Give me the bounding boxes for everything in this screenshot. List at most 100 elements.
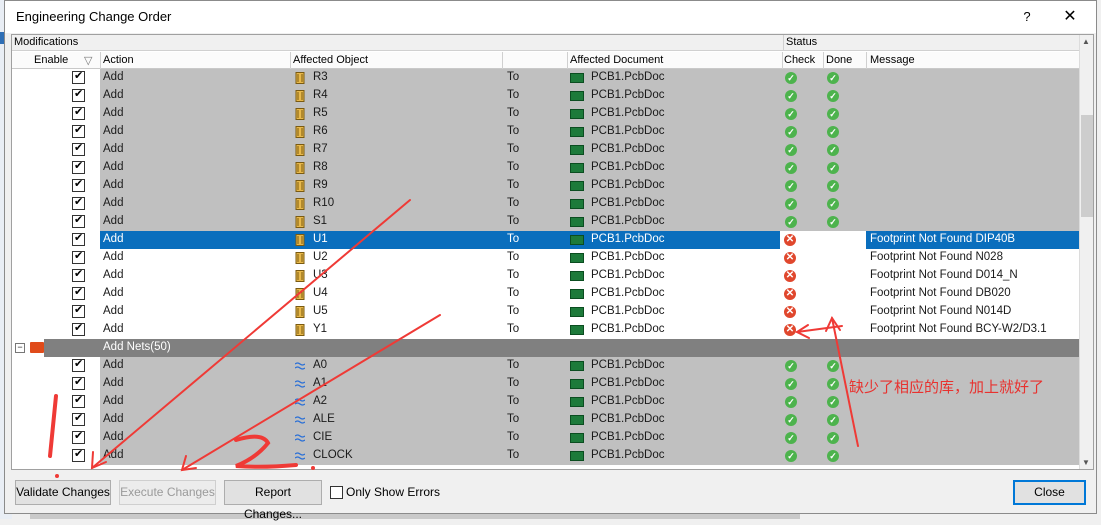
row-action: Add	[103, 395, 124, 407]
check-ok-icon: ✓	[785, 180, 797, 192]
row-affected-document: PCB1.PcbDoc	[591, 179, 665, 191]
row-affected-document: PCB1.PcbDoc	[591, 287, 665, 299]
table-row[interactable]: Add R9 To PCB1.PcbDoc ✓ ✓	[12, 177, 1079, 195]
scroll-down-icon[interactable]: ▼	[1082, 458, 1090, 467]
enable-checkbox[interactable]	[72, 375, 85, 390]
done-ok-icon: ✓	[827, 216, 839, 228]
check-ok-icon: ✓	[785, 414, 797, 426]
row-affected-object: U3	[313, 269, 328, 281]
validate-changes-button[interactable]: Validate Changes	[15, 480, 111, 505]
enable-checkbox[interactable]	[72, 105, 85, 120]
check-ok-icon: ✓	[785, 432, 797, 444]
pcb-document-icon	[570, 109, 584, 119]
table-row[interactable]: Add CIE To PCB1.PcbDoc ✓ ✓	[12, 429, 1079, 447]
row-affected-document: PCB1.PcbDoc	[591, 215, 665, 227]
enable-checkbox[interactable]	[72, 87, 85, 102]
pcb-document-icon	[570, 235, 584, 245]
table-row[interactable]: Add ALE To PCB1.PcbDoc ✓ ✓	[12, 411, 1079, 429]
filter-icon[interactable]: ▽	[84, 54, 92, 67]
enable-checkbox[interactable]	[72, 321, 85, 336]
column-affected-object[interactable]: Affected Object	[293, 54, 368, 66]
component-icon	[295, 288, 305, 300]
table-row[interactable]: Add U1 To PCB1.PcbDoc ✕ Footprint Not Found D…	[12, 231, 1079, 249]
col-sep	[100, 52, 101, 69]
table-row[interactable]: Add R5 To PCB1.PcbDoc ✓ ✓	[12, 105, 1079, 123]
execute-changes-button[interactable]: Execute Changes	[119, 480, 216, 505]
enable-checkbox[interactable]	[72, 249, 85, 264]
scroll-up-icon[interactable]: ▲	[1082, 37, 1090, 46]
vertical-scrollbar[interactable]: ▲ ▼	[1079, 35, 1093, 469]
table-row[interactable]: Add R3 To PCB1.PcbDoc ✓ ✓	[12, 69, 1079, 87]
table-row[interactable]: Add U4 To PCB1.PcbDoc ✕ Footprint Not Found D…	[12, 285, 1079, 303]
row-affected-document: PCB1.PcbDoc	[591, 413, 665, 425]
table-row[interactable]: Add R10 To PCB1.PcbDoc ✓ ✓	[12, 195, 1079, 213]
enable-checkbox[interactable]	[72, 447, 85, 462]
row-affected-object: CLOCK	[313, 449, 353, 461]
table-row[interactable]: Add A0 To PCB1.PcbDoc ✓ ✓	[12, 357, 1079, 375]
row-action: Add	[103, 377, 124, 389]
component-icon	[295, 144, 305, 156]
enable-checkbox[interactable]	[72, 159, 85, 174]
row-to: To	[507, 431, 520, 443]
enable-checkbox[interactable]	[72, 303, 85, 318]
enable-checkbox[interactable]	[72, 357, 85, 372]
column-enable[interactable]: Enable	[34, 54, 68, 66]
scroll-thumb[interactable]	[1081, 115, 1093, 217]
row-background	[100, 411, 1079, 429]
table-row[interactable]: Add S1 To PCB1.PcbDoc ✓ ✓	[12, 213, 1079, 231]
pcb-document-icon	[570, 145, 584, 155]
row-affected-document: PCB1.PcbDoc	[591, 323, 665, 335]
row-affected-document: PCB1.PcbDoc	[591, 359, 665, 371]
row-affected-object: U1	[313, 233, 328, 245]
close-window-button[interactable]: ✕	[1053, 6, 1087, 28]
column-message[interactable]: Message	[870, 54, 915, 66]
table-row[interactable]: Add R6 To PCB1.PcbDoc ✓ ✓	[12, 123, 1079, 141]
table-row[interactable]: Add R7 To PCB1.PcbDoc ✓ ✓	[12, 141, 1079, 159]
table-row[interactable]: Add Y1 To PCB1.PcbDoc ✕ Footprint Not Found B…	[12, 321, 1079, 339]
column-action[interactable]: Action	[103, 54, 134, 66]
row-action: Add	[103, 449, 124, 461]
help-button[interactable]: ?	[1015, 6, 1039, 28]
enable-checkbox[interactable]	[72, 195, 85, 210]
table-row[interactable]: Add U5 To PCB1.PcbDoc ✕ Footprint Not Found N…	[12, 303, 1079, 321]
row-background	[100, 177, 1079, 195]
row-affected-document: PCB1.PcbDoc	[591, 233, 665, 245]
row-affected-object: R6	[313, 125, 328, 137]
checkbox-box[interactable]	[330, 486, 343, 499]
group-row[interactable]: − Add Nets(50)	[12, 339, 1079, 357]
collapse-icon[interactable]: −	[15, 343, 25, 353]
enable-checkbox[interactable]	[72, 141, 85, 156]
enable-checkbox[interactable]	[72, 69, 85, 84]
row-to: To	[507, 215, 520, 227]
enable-checkbox[interactable]	[72, 213, 85, 228]
enable-checkbox[interactable]	[72, 393, 85, 408]
report-changes-button[interactable]: Report Changes...	[224, 480, 322, 521]
column-affected-document[interactable]: Affected Document	[570, 54, 663, 66]
done-ok-icon: ✓	[827, 198, 839, 210]
enable-checkbox[interactable]	[72, 177, 85, 192]
enable-checkbox[interactable]	[72, 429, 85, 444]
close-button[interactable]: Close	[1013, 480, 1086, 505]
enable-checkbox[interactable]	[72, 267, 85, 282]
done-ok-icon: ✓	[827, 126, 839, 138]
group-bar	[44, 339, 1079, 357]
table-row[interactable]: Add R8 To PCB1.PcbDoc ✓ ✓	[12, 159, 1079, 177]
enable-checkbox[interactable]	[72, 411, 85, 426]
table-row[interactable]: Add R4 To PCB1.PcbDoc ✓ ✓	[12, 87, 1079, 105]
column-done[interactable]: Done	[826, 54, 852, 66]
enable-checkbox[interactable]	[72, 285, 85, 300]
check-ok-icon: ✓	[785, 126, 797, 138]
folder-icon	[30, 342, 44, 353]
pcb-document-icon	[570, 163, 584, 173]
enable-checkbox[interactable]	[72, 231, 85, 246]
row-affected-document: PCB1.PcbDoc	[591, 251, 665, 263]
row-affected-object: U5	[313, 305, 328, 317]
table-row[interactable]: Add CLOCK To PCB1.PcbDoc ✓ ✓	[12, 447, 1079, 465]
done-ok-icon: ✓	[827, 396, 839, 408]
table-row[interactable]: Add U2 To PCB1.PcbDoc ✕ Footprint Not Found N…	[12, 249, 1079, 267]
enable-checkbox[interactable]	[72, 123, 85, 138]
table-row[interactable]: Add U3 To PCB1.PcbDoc ✕ Footprint Not Found D…	[12, 267, 1079, 285]
row-to: To	[507, 251, 520, 263]
row-affected-document: PCB1.PcbDoc	[591, 161, 665, 173]
column-check[interactable]: Check	[784, 54, 815, 66]
